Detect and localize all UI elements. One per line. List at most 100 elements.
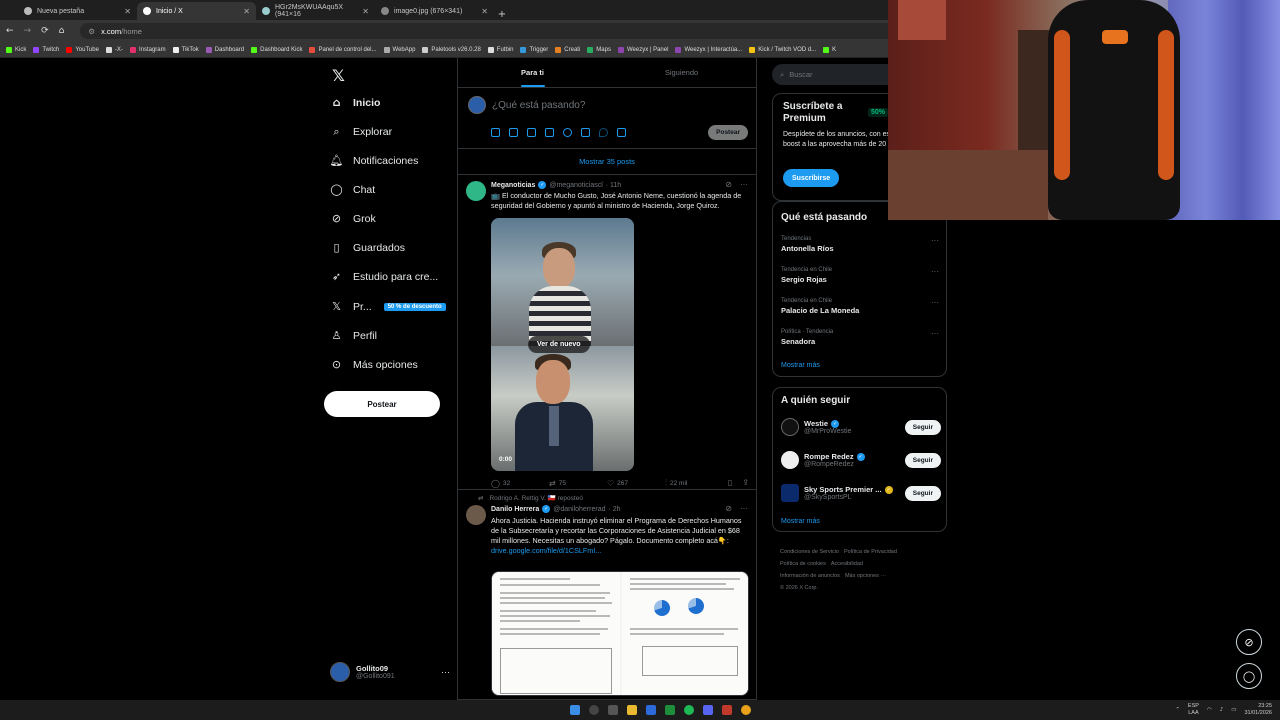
bookmark-item[interactable]: TikTok [172, 46, 199, 53]
tweet[interactable]: ⇄ Rodrigo A. Rettig V. 🇨🇱 reposteó Danilo… [458, 490, 756, 700]
bookmark-item[interactable]: Dashboard [205, 46, 244, 53]
search-icon[interactable] [588, 705, 599, 715]
reply-button[interactable]: ◯ 32 [491, 478, 549, 488]
clock[interactable]: 23:25 31/01/2026 [1244, 703, 1272, 717]
tweet-time[interactable]: · 11h [606, 182, 621, 189]
trends-show-more[interactable]: Mostrar más [781, 362, 820, 369]
browser-tab[interactable]: image0.jpg (676×341) ✕ [375, 2, 494, 20]
spotify-icon[interactable] [683, 705, 694, 715]
language-indicator[interactable]: ESP LAA [1188, 703, 1199, 717]
replay-button[interactable]: Ver de nuevo [528, 336, 590, 353]
trend-item[interactable]: Política · Tendencia Senadora ··· [781, 329, 939, 346]
bookmark-item[interactable]: Trigger [520, 46, 548, 53]
close-icon[interactable]: ✕ [481, 7, 488, 16]
gif-icon[interactable] [509, 128, 518, 137]
more-icon[interactable]: ··· [931, 329, 939, 338]
emoji-icon[interactable] [563, 128, 572, 137]
views-button[interactable]: ⫶ 22 mil [665, 478, 715, 488]
bookmark-item[interactable]: YouTube [66, 46, 99, 53]
nav-item-chat[interactable]: ◯ Chat [330, 183, 375, 196]
close-icon[interactable]: ✕ [243, 7, 250, 16]
new-tab-icon[interactable]: + [494, 9, 510, 20]
like-button[interactable]: ♡ 267 [607, 478, 665, 488]
bookmark-item[interactable]: Futbin [487, 46, 513, 53]
chrome-icon[interactable] [740, 705, 751, 715]
browser-tab-active[interactable]: Inicio / X ✕ [137, 2, 256, 20]
bookmark-item[interactable]: Weezyx | Interactúa... [675, 46, 742, 53]
trend-item[interactable]: Tendencia en Chile Palacio de La Moneda ··… [781, 298, 939, 315]
footer-link[interactable]: Política de Privacidad [844, 549, 897, 555]
grok-icon[interactable]: ⊘ [725, 504, 732, 513]
bookmark-item[interactable]: Dashboard Kick [251, 46, 302, 53]
task-view-icon[interactable] [607, 705, 618, 715]
author-handle[interactable]: @daniloherrerad [553, 506, 605, 513]
bookmark-item[interactable]: Maps [587, 46, 611, 53]
bookmark-icon[interactable]: ▯ [728, 478, 732, 488]
schedule-icon[interactable] [581, 128, 590, 137]
follow-suggestion[interactable]: Sky Sports Premier ... ✓ @SkySportsPL Segu… [781, 484, 941, 502]
trend-item[interactable]: Tendencia en Chile Sergio Rojas ··· [781, 267, 939, 284]
composer-post-button[interactable]: Postear [708, 125, 748, 140]
tab-para-ti[interactable]: Para ti [458, 58, 607, 87]
more-icon[interactable]: ··· [441, 667, 450, 677]
bookmark-item[interactable]: Paletools v26.0.28 [422, 46, 481, 53]
bookmark-item[interactable]: Creati [555, 46, 580, 53]
video-player[interactable]: Ver de nuevo 0:00 [491, 218, 634, 471]
bookmark-item[interactable]: Weezyx | Panel [617, 46, 668, 53]
image-icon[interactable] [491, 128, 500, 137]
browser-tab[interactable]: HGr2MsKWUAAqu5X (941×16 ✕ [256, 2, 375, 20]
forward-icon[interactable]: → [24, 26, 32, 36]
site-info-icon[interactable]: ⚙ [88, 27, 95, 36]
show-new-posts[interactable]: Mostrar 35 posts [458, 149, 756, 175]
more-icon[interactable]: ··· [740, 180, 748, 189]
nav-item-inicio[interactable]: ⌂ Inicio [330, 96, 381, 109]
follow-button[interactable]: Seguir [904, 485, 941, 501]
reload-icon[interactable]: ⟳ [41, 26, 49, 36]
grok-image-icon[interactable] [527, 128, 536, 137]
tweet[interactable]: Meganoticias ✓ @meganoticiascl · 11h ⊘ ··… [458, 175, 756, 490]
wifi-icon[interactable]: ◠ [1207, 707, 1212, 713]
bookmark-item[interactable]: K [823, 46, 836, 53]
bookmark-item[interactable]: Twitch [33, 46, 59, 53]
more-icon[interactable]: ··· [931, 267, 939, 276]
start-icon[interactable] [569, 705, 580, 715]
flag-icon[interactable] [617, 128, 626, 137]
nav-item-guardados[interactable]: ▯ Guardados [330, 241, 404, 254]
nav-item-grok[interactable]: ⊘ Grok [330, 212, 376, 225]
author-name[interactable]: Meganoticias [491, 182, 535, 189]
chat-fab-icon[interactable]: ◯ [1236, 663, 1262, 689]
bookmark-item[interactable]: -X- [105, 46, 123, 53]
location-icon[interactable] [599, 128, 608, 137]
bookmark-item[interactable]: Kick [6, 46, 26, 53]
app-icon[interactable] [721, 705, 732, 715]
app-icon[interactable] [664, 705, 675, 715]
author-name[interactable]: Danilo Herrera [491, 506, 539, 513]
discord-icon[interactable] [702, 705, 713, 715]
grok-icon[interactable]: ⊘ [725, 180, 732, 189]
post-button[interactable]: Postear [324, 391, 440, 417]
avatar[interactable] [466, 505, 486, 525]
bookmark-item[interactable]: Instagram [129, 46, 166, 53]
footer-link[interactable]: Más opciones ··· [845, 573, 886, 579]
x-logo-icon[interactable]: 𝕏 [332, 66, 345, 85]
footer-link[interactable]: Condiciones de Servicio [780, 549, 839, 555]
nav-item-explorar[interactable]: ⌕ Explorar [330, 125, 392, 138]
follow-button[interactable]: Seguir [904, 452, 941, 468]
battery-icon[interactable]: ▭ [1231, 707, 1236, 713]
bookmark-item[interactable]: Kick / Twitch VOD d... [749, 46, 816, 53]
browser-tab[interactable]: Nueva pestaña ✕ [18, 2, 137, 20]
composer-input[interactable]: ¿Qué está pasando? [492, 100, 585, 111]
nav-item-estudio[interactable]: ➶ Estudio para cre... [330, 270, 438, 283]
tweet-link[interactable]: drive.google.com/file/d/1CSLFmI... [491, 546, 601, 555]
tweet-time[interactable]: · 2h [609, 506, 621, 513]
close-icon[interactable]: ✕ [124, 7, 131, 16]
share-icon[interactable]: ⇪ [742, 478, 749, 488]
file-explorer-icon[interactable] [626, 705, 637, 715]
follow-suggestion[interactable]: Rompe Redez ✓ @RompeRedez Seguir [781, 451, 941, 469]
footer-link[interactable]: Accesibilidad [831, 561, 863, 567]
nav-item-perfil[interactable]: ♙ Perfil [330, 329, 377, 342]
app-icon[interactable] [645, 705, 656, 715]
document-image[interactable] [491, 571, 749, 696]
more-icon[interactable]: ··· [740, 504, 748, 513]
subscribe-button[interactable]: Suscribirse [783, 169, 840, 187]
